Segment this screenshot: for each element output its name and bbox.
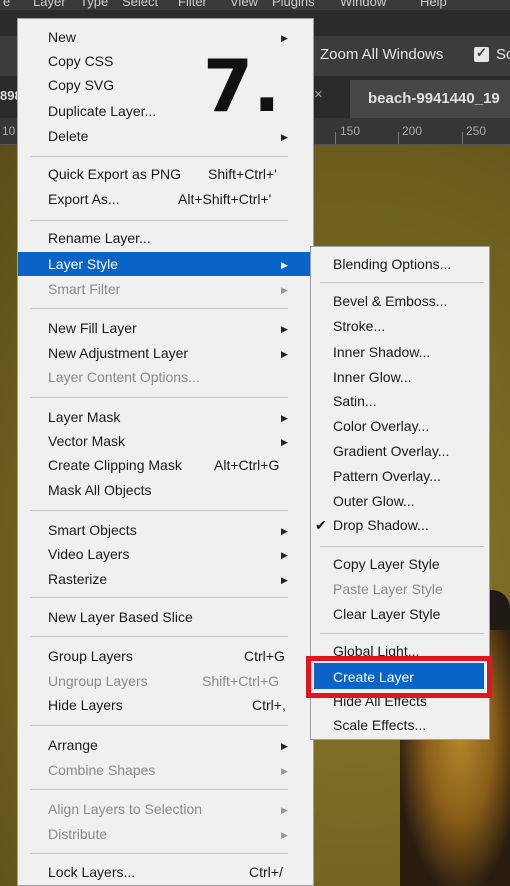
submenu-item-gradient-overlay[interactable]: Gradient Overlay... [333,443,449,459]
menu-item-rename-layer[interactable]: Rename Layer... [48,230,151,246]
shortcut-label: Ctrl+G [244,648,285,664]
submenu-item-inner-glow[interactable]: Inner Glow... [333,369,412,385]
ruler-label: 200 [402,124,423,138]
menu-item-new[interactable]: New [48,29,76,45]
menu-item-new-adjustment-layer[interactable]: New Adjustment Layer [48,345,188,361]
submenu-item-outer-glow[interactable]: Outer Glow... [333,493,415,509]
ruler-label: 250 [466,124,487,138]
submenu-item-blending-options[interactable]: Blending Options... [333,256,451,272]
submenu-arrow-icon: ▶ [281,575,288,585]
submenu-arrow-icon: ▶ [281,805,288,815]
close-icon[interactable]: × [314,86,323,103]
menu-bar: e Layer Type Select Filter View Plugins … [0,0,510,10]
submenu-arrow-icon: ▶ [281,349,288,359]
menu-item-new-layer-based-slice[interactable]: New Layer Based Slice [48,609,193,625]
submenu-item-scale-effects[interactable]: Scale Effects... [333,717,426,733]
submenu-arrow-icon: ▶ [281,413,288,423]
menu-item-vector-mask[interactable]: Vector Mask [48,433,125,449]
menu-item-smart-filter[interactable]: Smart Filter [48,281,120,297]
submenu-item-satin[interactable]: Satin... [333,393,377,409]
submenu-item-inner-shadow[interactable]: Inner Shadow... [333,344,430,360]
ruler-label: 150 [340,124,361,138]
menu-item-layer-content-options[interactable]: Layer Content Options... [48,369,200,385]
options-trailing-label[interactable]: Sc [496,46,510,63]
tab-label: beach-9941440_19 [368,90,500,107]
menu-item-lock-layers[interactable]: Lock Layers... [48,864,135,880]
checkbox-icon[interactable] [474,45,489,62]
submenu-arrow-icon: ▶ [281,437,288,447]
submenu-arrow-icon: ▶ [281,526,288,536]
menu-item-layer-mask[interactable]: Layer Mask [48,409,120,425]
submenu-item-stroke[interactable]: Stroke... [333,318,385,334]
ruler-label: 10 [2,124,16,138]
shortcut-label: Ctrl+/ [249,864,283,880]
zoom-all-windows-label[interactable]: Zoom All Windows [320,46,443,63]
shortcut-label: Shift+Ctrl+' [208,166,277,182]
menu-item-smart-objects[interactable]: Smart Objects [48,522,137,538]
menu-item-ungroup-layers[interactable]: Ungroup Layers [48,673,148,689]
menu-item-layer-style[interactable]: Layer Style [48,256,118,272]
menubar-item[interactable]: e [3,0,10,9]
menu-item-duplicate-layer[interactable]: Duplicate Layer... [48,103,156,119]
menu-item-align-layers[interactable]: Align Layers to Selection [48,801,202,817]
menu-item-distribute[interactable]: Distribute [48,826,107,842]
menu-item-delete[interactable]: Delete [48,128,88,144]
menu-item-video-layers[interactable]: Video Layers [48,546,129,562]
menu-item-mask-all-objects[interactable]: Mask All Objects [48,482,151,498]
menu-item-new-fill-layer[interactable]: New Fill Layer [48,320,137,336]
shortcut-label: Alt+Ctrl+G [214,457,280,473]
submenu-arrow-icon: ▶ [281,766,288,776]
shortcut-label: Shift+Ctrl+G [202,673,280,689]
menubar-item-plugins[interactable]: Plugins [272,0,315,9]
menubar-item-select[interactable]: Select [122,0,158,9]
menu-item-export-as[interactable]: Export As... [48,191,120,207]
menubar-item-view[interactable]: View [230,0,258,9]
menu-item-copy-svg[interactable]: Copy SVG [48,77,114,93]
submenu-arrow-icon: ▶ [281,260,288,270]
submenu-arrow-icon: ▶ [281,132,288,142]
menu-item-group-layers[interactable]: Group Layers [48,648,133,664]
submenu-arrow-icon: ▶ [281,741,288,751]
tab-beach-document[interactable]: beach-9941440_19 [350,80,510,118]
submenu-item-paste-layer-style[interactable]: Paste Layer Style [333,581,443,597]
menubar-item-layer[interactable]: Layer [33,0,66,9]
shortcut-label: Alt+Shift+Ctrl+' [178,191,272,207]
menubar-item-filter[interactable]: Filter [178,0,207,9]
submenu-item-pattern-overlay[interactable]: Pattern Overlay... [333,468,441,484]
menu-item-arrange[interactable]: Arrange [48,737,98,753]
submenu-item-bevel-emboss[interactable]: Bevel & Emboss... [333,293,447,309]
submenu-item-copy-layer-style[interactable]: Copy Layer Style [333,556,440,572]
menubar-item-help[interactable]: Help [420,0,447,9]
submenu-arrow-icon: ▶ [281,550,288,560]
submenu-item-drop-shadow[interactable]: Drop Shadow... [333,517,429,533]
menu-item-create-clipping-mask[interactable]: Create Clipping Mask [48,457,182,473]
shortcut-label: Ctrl+, [252,697,286,713]
submenu-arrow-icon: ▶ [281,830,288,840]
menubar-item-window[interactable]: Window [340,0,386,9]
submenu-arrow-icon: ▶ [281,33,288,43]
submenu-arrow-icon: ▶ [281,285,288,295]
menu-item-combine-shapes[interactable]: Combine Shapes [48,762,155,778]
menu-item-copy-css[interactable]: Copy CSS [48,53,113,69]
menubar-item-type[interactable]: Type [80,0,108,9]
checkmark-icon: ✔ [315,517,327,533]
menu-item-rasterize[interactable]: Rasterize [48,571,107,587]
callout-highlight-box [306,656,492,698]
layer-menu [17,18,314,886]
submenu-item-color-overlay[interactable]: Color Overlay... [333,418,429,434]
submenu-arrow-icon: ▶ [281,324,288,334]
menu-item-quick-export[interactable]: Quick Export as PNG [48,166,181,182]
submenu-item-clear-layer-style[interactable]: Clear Layer Style [333,606,440,622]
step-number-annotation: 7. [203,44,281,128]
menu-item-hide-layers[interactable]: Hide Layers [48,697,123,713]
